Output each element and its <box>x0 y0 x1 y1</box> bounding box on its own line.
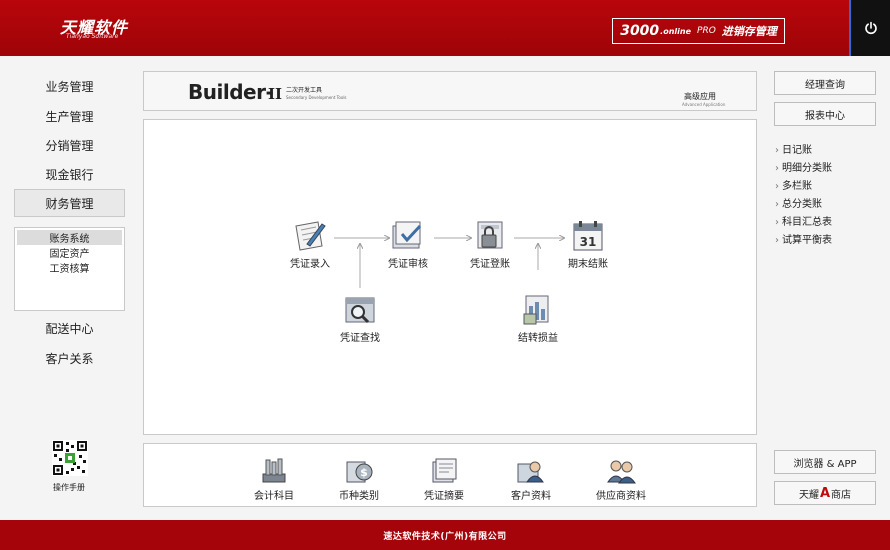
link-trial-balance[interactable]: › 试算平衡表 <box>775 231 832 246</box>
voucher-search-label: 凭证查找 <box>340 333 380 344</box>
voucher-post-label: 凭证登账 <box>470 259 510 270</box>
advanced-application-en: Advanced Application <box>682 102 726 107</box>
workflow-panel: 凭证录入 凭证审核 凭证登账 31 期末结账 凭证查找 结转损益 <box>143 119 757 435</box>
period-close-button[interactable]: 31 期末结账 <box>553 218 623 270</box>
accounting-subjects-button[interactable]: 会计科目 <box>239 456 309 502</box>
subnav-item-fixed-assets[interactable]: 固定资产 <box>17 245 122 260</box>
link-journal[interactable]: › 日记账 <box>775 141 812 156</box>
nav-item-cash-bank[interactable]: 现金银行 <box>14 160 125 188</box>
chevron-right-icon: › <box>775 217 779 228</box>
footer-bar: 速达软件技术(广州)有限公司 <box>0 520 890 550</box>
voucher-audit-button[interactable]: 凭证审核 <box>373 218 443 270</box>
manual-label: 操作手册 <box>53 483 85 492</box>
voucher-audit-icon <box>392 221 422 249</box>
accounting-subjects-icon <box>262 458 286 483</box>
power-button[interactable] <box>849 0 890 56</box>
brand-logo-subtitle: Tianyao Software <box>66 33 119 40</box>
svg-text:$: $ <box>360 466 368 479</box>
store-prefix: 天耀 <box>798 489 819 501</box>
period-close-label: 期末结账 <box>568 259 608 270</box>
voucher-post-icon <box>477 221 503 249</box>
subnav-item-accounting[interactable]: 账务系统 <box>17 230 122 245</box>
link-general-ledger[interactable]: › 总分类账 <box>775 195 822 210</box>
chevron-right-icon: › <box>775 145 779 156</box>
transfer-pl-icon <box>523 295 549 325</box>
nav-item-production[interactable]: 生产管理 <box>14 102 125 130</box>
voucher-post-button[interactable]: 凭证登账 <box>455 218 525 270</box>
currency-icon: $ <box>346 461 373 483</box>
nav-item-distribution[interactable]: 分销管理 <box>14 131 125 159</box>
currency-types-button[interactable]: $ 币种类别 <box>324 456 394 502</box>
voucher-entry-icon <box>295 221 326 251</box>
chevron-right-icon: › <box>775 163 779 174</box>
report-center-button[interactable]: 报表中心 <box>774 102 876 126</box>
chevron-right-icon: › <box>775 235 779 246</box>
voucher-summary-icon <box>432 458 457 483</box>
customer-data-button[interactable]: 客户资料 <box>496 456 566 502</box>
supplier-data-label: 供应商资料 <box>596 491 646 502</box>
advanced-application-link[interactable]: 高级应用 <box>684 91 716 102</box>
product-name-box: 3000 .online PRO 进销存管理 <box>612 18 785 44</box>
browser-app-button[interactable]: 浏览器 & APP <box>774 450 876 474</box>
customer-data-label: 客户资料 <box>511 491 551 502</box>
link-multi-column-ledger[interactable]: › 多栏账 <box>775 177 812 192</box>
voucher-search-button[interactable]: 凭证查找 <box>325 292 395 344</box>
calendar-icon: 31 <box>573 221 603 251</box>
link-subject-summary-label: 科目汇总表 <box>782 217 832 228</box>
voucher-entry-button[interactable]: 凭证录入 <box>275 218 345 270</box>
product-number: 3000 <box>620 23 660 39</box>
currency-types-label: 币种类别 <box>339 491 379 502</box>
workflow-arrows <box>334 120 758 288</box>
link-multi-column-ledger-label: 多栏账 <box>782 181 812 192</box>
product-title: 进销存管理 <box>721 25 777 38</box>
qr-code-icon[interactable] <box>52 440 88 476</box>
product-online: .online <box>660 26 692 36</box>
voucher-summary-label: 凭证摘要 <box>424 491 464 502</box>
footer-company: 速达软件技术(广州)有限公司 <box>383 531 507 542</box>
builder-title: Builder- <box>188 80 274 104</box>
transfer-pl-button[interactable]: 结转损益 <box>503 292 573 344</box>
finance-subnav: 账务系统 固定资产 工资核算 <box>14 227 125 311</box>
manager-query-button[interactable]: 经理查询 <box>774 71 876 95</box>
transfer-pl-label: 结转损益 <box>518 333 558 344</box>
store-suffix: 商店 <box>831 489 852 501</box>
product-edition: PRO <box>697 26 716 36</box>
builder-version: II <box>268 85 283 103</box>
builder-subtitle-en: Secondary Development Tools <box>286 95 347 100</box>
chevron-right-icon: › <box>775 199 779 210</box>
subnav-item-payroll[interactable]: 工资核算 <box>17 260 122 275</box>
supplier-icon <box>607 460 636 484</box>
builder-subtitle-cn: 二次开发工具 <box>286 87 323 94</box>
store-a-logo: A <box>819 485 831 501</box>
link-journal-label: 日记账 <box>782 145 812 156</box>
chevron-right-icon: › <box>775 181 779 192</box>
supplier-data-button[interactable]: 供应商资料 <box>586 456 656 502</box>
basic-data-panel: 会计科目 $ 币种类别 凭证摘要 客户资料 供应商资料 <box>143 443 757 507</box>
nav-item-business[interactable]: 业务管理 <box>14 72 125 100</box>
header-bar: 天耀软件 Tianyao Software 3000 .online PRO 进… <box>0 0 890 56</box>
customer-icon <box>517 461 544 483</box>
builder-banner[interactable]: Builder- II 二次开发工具 Secondary Development… <box>143 71 757 111</box>
nav-item-delivery[interactable]: 配送中心 <box>14 314 125 342</box>
link-subject-summary[interactable]: › 科目汇总表 <box>775 213 832 228</box>
calendar-day: 31 <box>580 235 597 249</box>
link-detail-ledger[interactable]: › 明细分类账 <box>775 159 832 174</box>
nav-item-crm[interactable]: 客户关系 <box>14 344 125 372</box>
link-general-ledger-label: 总分类账 <box>782 199 822 210</box>
link-trial-balance-label: 试算平衡表 <box>782 235 832 246</box>
power-icon <box>864 21 877 35</box>
accounting-subjects-label: 会计科目 <box>254 491 294 502</box>
app-store-button[interactable]: 天耀 A 商店 <box>774 481 876 505</box>
voucher-summary-button[interactable]: 凭证摘要 <box>409 456 479 502</box>
voucher-search-icon <box>345 297 375 324</box>
voucher-audit-label: 凭证审核 <box>388 259 428 270</box>
voucher-entry-label: 凭证录入 <box>290 259 330 270</box>
nav-item-finance[interactable]: 财务管理 <box>14 189 125 217</box>
link-detail-ledger-label: 明细分类账 <box>782 163 832 174</box>
